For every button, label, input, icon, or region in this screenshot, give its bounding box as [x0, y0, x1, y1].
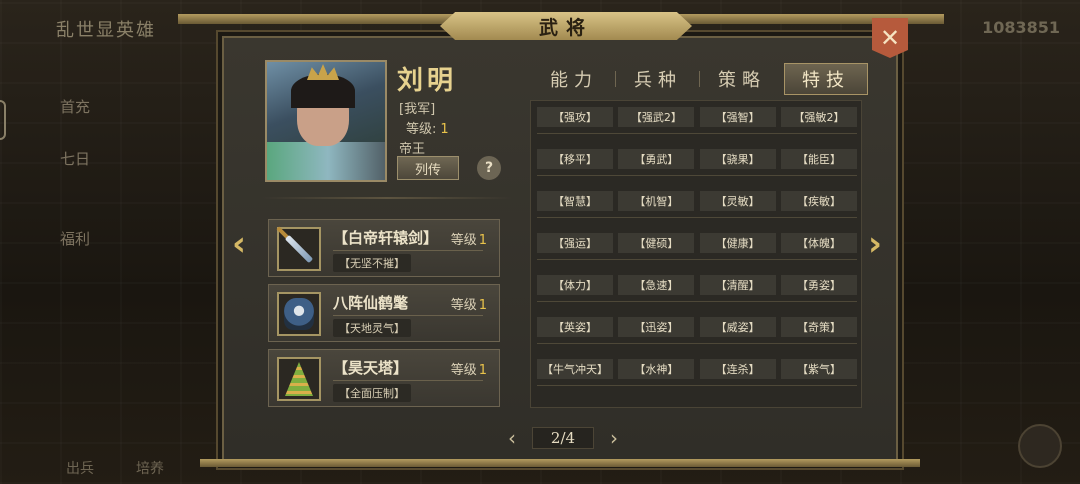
trait-item[interactable]: 【水神】 — [618, 359, 695, 379]
equipment-level: 等级 1 — [450, 233, 487, 248]
help-button[interactable]: ? — [477, 156, 501, 180]
equipment-slot-treasure[interactable]: 【昊天塔】 等级 1 【全面压制】 — [268, 349, 500, 407]
hero-level: 等级: 1 — [406, 118, 449, 137]
equipment-level: 等级 1 — [450, 298, 487, 313]
side-menu-seven-days[interactable]: 七日 — [60, 148, 90, 169]
trait-row: 【英姿】 【迅姿】 【威姿】 【奇策】 — [537, 317, 857, 344]
trait-item[interactable]: 【威姿】 — [699, 317, 776, 337]
trait-item[interactable]: 【强智】 — [699, 107, 776, 127]
equipment-name: 八阵仙鹤氅 — [333, 294, 409, 312]
trait-item[interactable]: 【疾敏】 — [780, 191, 857, 211]
trait-item[interactable]: 【牛气冲天】 — [537, 359, 613, 379]
previous-hero-arrow-icon[interactable]: ‹ — [232, 224, 246, 264]
trait-item[interactable]: 【急速】 — [618, 275, 695, 295]
tower-icon — [277, 357, 321, 401]
special-skills-panel: 【强攻】 【强武2】 【强智】 【强敏2】 【移平】 【勇武】 【骁果】 【能臣… — [530, 100, 862, 408]
biography-button[interactable]: 列传 — [397, 156, 459, 180]
trait-item[interactable]: 【移平】 — [537, 149, 613, 169]
tab-ability[interactable]: 能力 — [532, 63, 616, 95]
trait-row: 【智慧】 【机智】 【灵敏】 【疾敏】 — [537, 191, 857, 218]
trait-row: 【移平】 【勇武】 【骁果】 【能臣】 — [537, 149, 857, 176]
equipment-name: 【白帝轩辕剑】 — [333, 229, 439, 247]
trait-item[interactable]: 【灵敏】 — [699, 191, 776, 211]
prev-page-icon[interactable]: ‹ — [508, 426, 516, 450]
trait-row: 【强攻】 【强武2】 【强智】 【强敏2】 — [537, 107, 857, 134]
hero-level-label: 等级: — [406, 122, 437, 137]
menu-icon[interactable] — [1018, 424, 1062, 468]
trait-item[interactable]: 【健硕】 — [618, 233, 695, 253]
equipment-name: 【昊天塔】 — [333, 359, 409, 377]
gold-counter: 1083851 — [982, 18, 1060, 37]
close-icon: ✕ — [879, 24, 901, 52]
equipment-skill: 【无坚不摧】 — [333, 254, 411, 272]
trait-item[interactable]: 【勇姿】 — [780, 275, 857, 295]
next-hero-arrow-icon[interactable]: › — [868, 224, 882, 264]
close-button[interactable]: ✕ — [872, 18, 908, 58]
trait-item[interactable]: 【机智】 — [618, 191, 695, 211]
next-page-icon[interactable]: › — [610, 426, 618, 450]
trait-item[interactable]: 【强运】 — [537, 233, 613, 253]
sword-icon — [277, 227, 321, 271]
game-title: 乱世显英雄 — [56, 20, 156, 41]
trait-row: 【牛气冲天】 【水神】 【连杀】 【紫气】 — [537, 359, 857, 386]
trait-item[interactable]: 【能臣】 — [780, 149, 857, 169]
side-drawer-handle[interactable] — [0, 100, 6, 140]
tab-troops[interactable]: 兵种 — [616, 63, 700, 95]
cloak-icon — [277, 292, 321, 336]
hero-name: 刘明 — [397, 66, 458, 96]
equipment-level: 等级 1 — [450, 363, 487, 378]
trait-item[interactable]: 【勇武】 — [618, 149, 695, 169]
hero-level-value: 1 — [440, 122, 449, 137]
equipment-slot-armor[interactable]: 八阵仙鹤氅 等级 1 【天地灵气】 — [268, 284, 500, 342]
trait-row: 【体力】 【急速】 【清醒】 【勇姿】 — [537, 275, 857, 302]
dialog-title-plate: 武将 — [440, 12, 692, 40]
trait-item[interactable]: 【迅姿】 — [618, 317, 695, 337]
trait-item[interactable]: 【体力】 — [537, 275, 613, 295]
trait-item[interactable]: 【健康】 — [699, 233, 776, 253]
trait-item[interactable]: 【骁果】 — [699, 149, 776, 169]
trait-item[interactable]: 【强攻】 — [537, 107, 613, 127]
section-divider — [262, 197, 512, 199]
trait-item[interactable]: 【强敏2】 — [780, 107, 857, 127]
trait-item[interactable]: 【奇策】 — [780, 317, 857, 337]
dialog-bottom-border — [200, 459, 920, 467]
trait-item[interactable]: 【强武2】 — [618, 107, 695, 127]
page-navigator: ‹ 2/4 › — [508, 426, 618, 450]
trait-item[interactable]: 【紫气】 — [780, 359, 857, 379]
bottom-menu-item[interactable]: 出兵 — [66, 458, 94, 478]
trait-row: 【强运】 【健硕】 【健康】 【体魄】 — [537, 233, 857, 260]
trait-item[interactable]: 【智慧】 — [537, 191, 613, 211]
trait-item[interactable]: 【清醒】 — [699, 275, 776, 295]
tab-special-skills[interactable]: 特技 — [784, 63, 868, 95]
side-menu-welfare[interactable]: 福利 — [60, 228, 90, 249]
hero-portrait — [265, 60, 387, 182]
tab-strategy[interactable]: 策略 — [700, 63, 784, 95]
hero-tabs: 能力 兵种 策略 特技 — [532, 63, 868, 95]
side-menu-first-recharge[interactable]: 首充 — [60, 96, 90, 117]
bottom-menu-item[interactable]: 培养 — [136, 458, 164, 478]
equipment-skill: 【天地灵气】 — [333, 319, 411, 337]
trait-item[interactable]: 【连杀】 — [699, 359, 776, 379]
equipment-slot-weapon[interactable]: 【白帝轩辕剑】 等级 1 【无坚不摧】 — [268, 219, 500, 277]
page-indicator: 2/4 — [532, 427, 594, 449]
hero-rank-title: 帝王 — [399, 142, 426, 157]
hero-faction: [我军] — [399, 102, 436, 117]
trait-item[interactable]: 【体魄】 — [780, 233, 857, 253]
equipment-skill: 【全面压制】 — [333, 384, 411, 402]
trait-item[interactable]: 【英姿】 — [537, 317, 613, 337]
dialog-title: 武将 — [538, 16, 593, 39]
